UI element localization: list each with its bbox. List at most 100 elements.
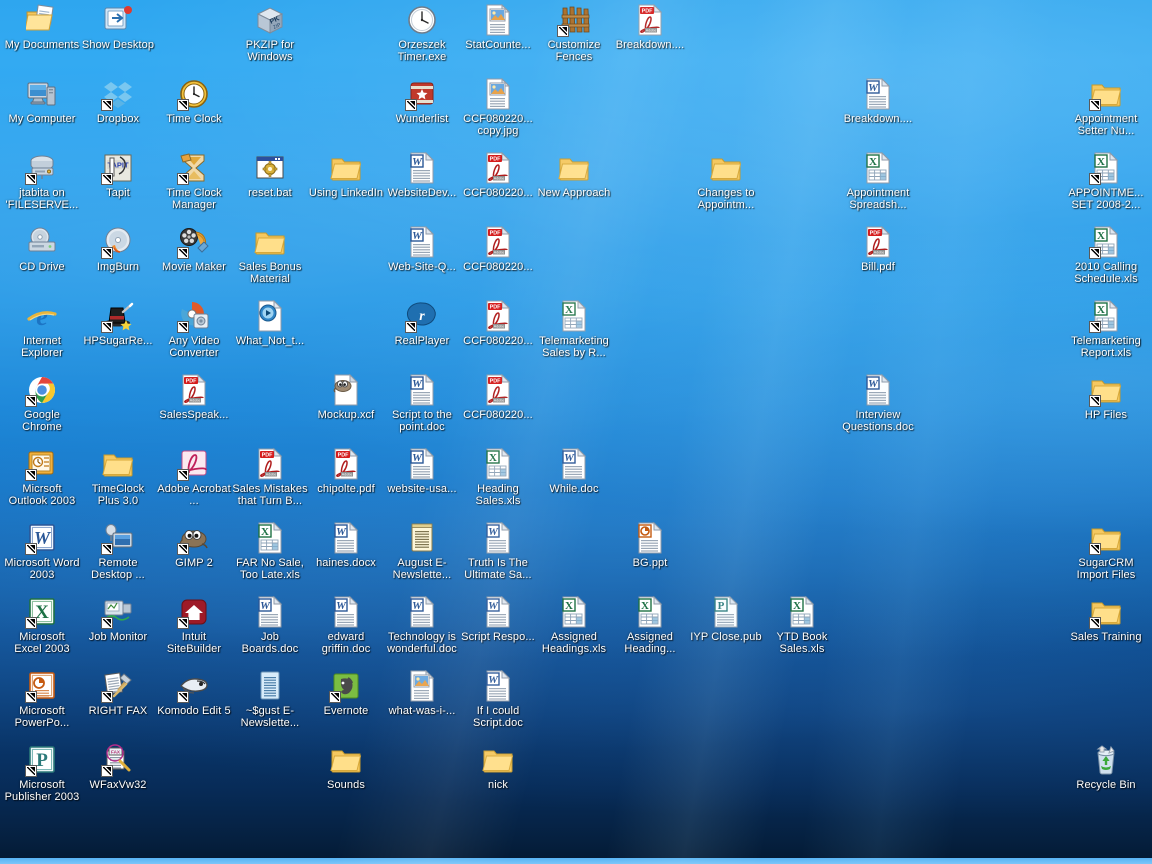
desktop-icon-gimp-2[interactable]: GIMP 2: [156, 522, 232, 569]
desktop-icon-my-documents[interactable]: My Documents: [4, 4, 80, 51]
desktop-icon-edward-griffin-doc[interactable]: W edward griffin.doc: [308, 596, 384, 655]
desktop-icon-microsoft-publisher-2003[interactable]: P Microsoft Publisher 2003: [4, 744, 80, 803]
desktop-icon-reset-bat[interactable]: reset.bat: [232, 152, 308, 199]
desktop-icon-time-clock-manager[interactable]: Time Clock Manager: [156, 152, 232, 211]
desktop-icon-sales-mistakes[interactable]: PDF AdobeSales Mistakes that Turn B...: [232, 448, 308, 507]
desktop-icon-my-computer[interactable]: My Computer: [4, 78, 80, 125]
svg-text:PDF: PDF: [262, 453, 273, 459]
desktop-icon-ccf-pdf-3[interactable]: PDF AdobeCCF080220...: [460, 300, 536, 347]
desktop-icon-heading-sales-xls[interactable]: X Heading Sales.xls: [460, 448, 536, 507]
desktop-icon-show-desktop[interactable]: Show Desktop: [80, 4, 156, 51]
desktop-icon-assigned-headings-xls[interactable]: X Assigned Headings.xls: [536, 596, 612, 655]
desktop-icon-time-clock[interactable]: Time Clock: [156, 78, 232, 125]
desktop-icon-jtabita-on-fileserver[interactable]: jtabita on 'FILESERVE...: [4, 152, 80, 211]
desktop-icon-changes-to-appointments[interactable]: Changes to Appointm...: [688, 152, 764, 211]
desktop-icon-bill-pdf[interactable]: PDF AdobeBill.pdf: [840, 226, 916, 273]
desktop-icon-recycle-bin[interactable]: Recycle Bin: [1068, 744, 1144, 791]
desktop-icon-label: CCF080220...: [460, 335, 536, 347]
desktop-icon-technology-is-wonderful[interactable]: W Technology is wonderful.doc: [384, 596, 460, 655]
desktop-icon-label: RIGHT FAX: [80, 705, 156, 717]
desktop-icon-nick[interactable]: nick: [460, 744, 536, 791]
desktop-icon-sales-speak[interactable]: PDF AdobeSalesSpeak...: [156, 374, 232, 421]
desktop-icon-website-usa[interactable]: W website-usa...: [384, 448, 460, 495]
desktop-icon-breakdown-doc[interactable]: W Breakdown....: [840, 78, 916, 125]
desktop-icon-what-was-i[interactable]: what-was-i-...: [384, 670, 460, 717]
desktop-icon-sales-bonus-material[interactable]: Sales Bonus Material: [232, 226, 308, 285]
desktop-icon-sounds[interactable]: Sounds: [308, 744, 384, 791]
desktop-icon-while-doc[interactable]: W While.doc: [536, 448, 612, 495]
desktop-icon-sugarcrm-import-files[interactable]: SugarCRM Import Files: [1068, 522, 1144, 581]
desktop-icon-appointment-spreadsheet[interactable]: X Appointment Spreadsh...: [840, 152, 916, 211]
desktop-icon-far-no-sale-too-late[interactable]: X FAR No Sale, Too Late.xls: [232, 522, 308, 581]
desktop-icon-script-respo[interactable]: W Script Respo...: [460, 596, 536, 643]
desktop-icon-interview-questions[interactable]: W Interview Questions.doc: [840, 374, 916, 433]
desktop-icon-wfaxvw32[interactable]: FAX WFaxVw32: [80, 744, 156, 791]
desktop-icon-ccf-pdf-2[interactable]: PDF AdobeCCF080220...: [460, 226, 536, 273]
desktop-icon-orzeszek-timer[interactable]: Orzeszek Timer.exe: [384, 4, 460, 63]
desktop-icon-telemarketing-report[interactable]: X Telemarketing Report.xls: [1068, 300, 1144, 359]
desktop-icon-wunderlist[interactable]: Wunderlist: [384, 78, 460, 125]
desktop-icon-cd-drive[interactable]: CD Drive: [4, 226, 80, 273]
desktop-icon-microsoft-word-2003[interactable]: W Microsoft Word 2003: [4, 522, 80, 581]
desktop-icon-pkzip-for-windows[interactable]: PK ZIP PKZIP for Windows: [232, 4, 308, 63]
desktop-icon-haines-docx[interactable]: W haines.docx: [308, 522, 384, 569]
desktop-icon-web-site-q[interactable]: W Web-Site-Q...: [384, 226, 460, 273]
desktop-icon-chipolte-pdf[interactable]: PDF Adobechipolte.pdf: [308, 448, 384, 495]
desktop-icon-gust-e-newsletter[interactable]: ~$gust E-Newslette...: [232, 670, 308, 729]
desktop-icon-calling-schedule-2010[interactable]: X 2010 Calling Schedule.xls: [1068, 226, 1144, 285]
desktop-icon-realplayer[interactable]: r RealPlayer: [384, 300, 460, 347]
desktop-icon-adobe-acrobat[interactable]: Adobe Acrobat ...: [156, 448, 232, 507]
desktop-icon-label: Technology is wonderful.doc: [384, 631, 460, 655]
desktop-icon-customize-fences[interactable]: Customize Fences: [536, 4, 612, 63]
tapit-icon: TAPIT: [102, 152, 134, 184]
word-icon: W: [406, 596, 438, 628]
desktop-icon-hp-sugar-re[interactable]: HPSugarRe...: [80, 300, 156, 347]
desktop-icon-august-e-newsletter[interactable]: August E-Newslette...: [384, 522, 460, 581]
desktop-icon-website-dev[interactable]: W WebsiteDev...: [384, 152, 460, 199]
desktop-icon-appointment-set-2008[interactable]: X APPOINTME... SET 2008-2...: [1068, 152, 1144, 211]
desktop-icon-job-monitor[interactable]: Job Monitor: [80, 596, 156, 643]
desktop-icon-what-not-t[interactable]: What_Not_t...: [232, 300, 308, 347]
excel-app-icon: X: [26, 596, 58, 628]
desktop-icon-ccf-pdf-4[interactable]: PDF AdobeCCF080220...: [460, 374, 536, 421]
desktop-icon-internet-explorer[interactable]: e Internet Explorer: [4, 300, 80, 359]
desktop-icon-any-video-converter[interactable]: Any Video Converter: [156, 300, 232, 359]
desktop-icon-label: 2010 Calling Schedule.xls: [1068, 261, 1144, 285]
desktop-icon-ccf-pdf-1[interactable]: PDF AdobeCCF080220...: [460, 152, 536, 199]
desktop-icon-sales-training[interactable]: Sales Training: [1068, 596, 1144, 643]
desktop-surface[interactable]: My Documents Show Desktop PK ZIP PKZIP f…: [0, 0, 1152, 864]
desktop-icon-microsoft-outlook-2003[interactable]: Micrsoft Outlook 2003: [4, 448, 80, 507]
desktop-icon-google-chrome[interactable]: Google Chrome: [4, 374, 80, 433]
desktop-icon-telemarketing-sales-by-r[interactable]: X Telemarketing Sales by R...: [536, 300, 612, 359]
desktop-icon-imgburn[interactable]: ImgBurn: [80, 226, 156, 273]
desktop-icon-right-fax[interactable]: RIGHT FAX: [80, 670, 156, 717]
shortcut-overlay-icon: [101, 765, 113, 777]
desktop-icon-script-to-the-point[interactable]: W Script to the point.doc: [384, 374, 460, 433]
desktop-icon-dropbox[interactable]: Dropbox: [80, 78, 156, 125]
desktop-icon-assigned-heading[interactable]: X Assigned Heading...: [612, 596, 688, 655]
desktop-icon-truth-is-the-ultimate-sale[interactable]: W Truth Is The Ultimate Sa...: [460, 522, 536, 581]
desktop-icon-using-linkedin[interactable]: Using LinkedIn: [308, 152, 384, 199]
desktop-icon-microsoft-powerpoint[interactable]: Microsoft PowerPo...: [4, 670, 80, 729]
desktop-icon-iyp-close-pub[interactable]: P IYP Close.pub: [688, 596, 764, 643]
desktop-icon-breakdown-pdf[interactable]: PDF AdobeBreakdown....: [612, 4, 688, 51]
desktop-icon-remote-desktop[interactable]: Remote Desktop ...: [80, 522, 156, 581]
desktop-icon-new-approach[interactable]: New Approach: [536, 152, 612, 199]
desktop-icon-if-i-could-script[interactable]: W If I could Script.doc: [460, 670, 536, 729]
desktop-icon-appointment-setter-numbers[interactable]: Appointment Setter Nu...: [1068, 78, 1144, 137]
desktop-icon-mockup-xcf[interactable]: Mockup.xcf: [308, 374, 384, 421]
desktop-icon-statcounter[interactable]: StatCounte...: [460, 4, 536, 51]
desktop-icon-movie-maker[interactable]: Movie Maker: [156, 226, 232, 273]
desktop-icon-ytd-book-sales-xls[interactable]: X YTD Book Sales.xls: [764, 596, 840, 655]
desktop-icon-ccf-copy-jpg[interactable]: CCF080220... copy.jpg: [460, 78, 536, 137]
desktop-icon-hp-files[interactable]: HP Files: [1068, 374, 1144, 421]
desktop-icon-bg-ppt[interactable]: BG.ppt: [612, 522, 688, 569]
pdf-icon: PDF Adobe: [482, 374, 514, 406]
desktop-icon-microsoft-excel-2003[interactable]: X Microsoft Excel 2003: [4, 596, 80, 655]
desktop-icon-komodo-edit-5[interactable]: Komodo Edit 5: [156, 670, 232, 717]
desktop-icon-timeclock-plus-30[interactable]: TimeClock Plus 3.0: [80, 448, 156, 507]
desktop-icon-job-boards-doc[interactable]: W Job Boards.doc: [232, 596, 308, 655]
desktop-icon-evernote[interactable]: Evernote: [308, 670, 384, 717]
desktop-icon-tapit[interactable]: TAPIT Tapit: [80, 152, 156, 199]
desktop-icon-intuit-sitebuilder[interactable]: Intuit SiteBuilder: [156, 596, 232, 655]
